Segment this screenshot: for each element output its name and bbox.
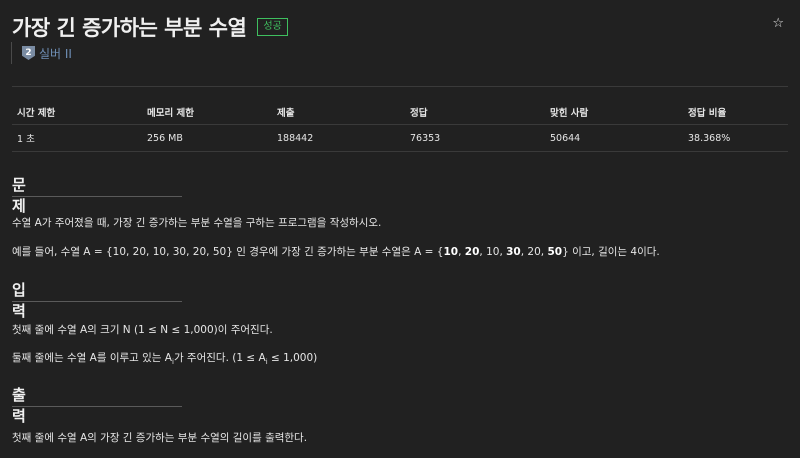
problem-info-table: 시간 제한 메모리 제한 제출 정답 맞힌 사람 정답 비율 1 초 256 M… [12, 100, 788, 152]
bold-value: 50 [547, 246, 563, 258]
value-accepted[interactable]: 76353 [405, 124, 545, 152]
input-section-title: 입력 [12, 281, 26, 320]
info-header-row: 시간 제한 메모리 제한 제출 정답 맞힌 사람 정답 비율 [12, 100, 788, 125]
tier-label: 실버 II [39, 46, 72, 61]
problem-title: 가장 긴 증가하는 부분 수열 [12, 16, 247, 40]
tier-indicator[interactable]: 2 실버 II [11, 42, 72, 64]
header-submissions: 제출 [272, 100, 405, 125]
problem-header: 가장 긴 증가하는 부분 수열 성공 ☆ [12, 12, 788, 42]
value-solved-users[interactable]: 50644 [545, 124, 683, 152]
input-description-line-1: 첫째 줄에 수열 A의 크기 N (1 ≤ N ≤ 1,000)이 주어진다. [12, 324, 273, 336]
problem-line2-text: , [458, 246, 465, 258]
problem-line2-text: , 10, [479, 246, 507, 258]
output-description-line-1: 첫째 줄에 수열 A의 가장 긴 증가하는 부분 수열의 길이를 출력한다. [12, 432, 308, 444]
header-time-limit: 시간 제한 [12, 100, 142, 125]
value-memory-limit: 256 MB [142, 124, 272, 152]
problem-section-title: 문제 [12, 176, 26, 215]
bold-value: 20 [464, 246, 480, 258]
input-line2-text: ≤ 1,000) [267, 352, 318, 364]
header-accepted: 정답 [405, 100, 545, 125]
header-memory-limit: 메모리 제한 [142, 100, 272, 125]
header-accept-ratio: 정답 비율 [683, 100, 788, 125]
status-badge: 성공 [257, 18, 288, 36]
header-solved-users: 맞힌 사람 [545, 100, 683, 125]
star-icon[interactable]: ☆ [772, 16, 784, 31]
problem-line2-text: 예를 들어, 수열 A = {10, 20, 10, 30, 20, 50} 인… [12, 246, 444, 258]
problem-description-line-2: 예를 들어, 수열 A = {10, 20, 10, 30, 20, 50} 인… [12, 244, 660, 259]
header-divider [12, 86, 788, 87]
bold-value: 10 [443, 246, 459, 258]
output-section-rule [12, 406, 182, 407]
input-description-line-2: 둘째 줄에는 수열 A를 이루고 있는 Ai가 주어진다. (1 ≤ Ai ≤ … [12, 350, 317, 366]
problem-line2-text: , 20, [520, 246, 548, 258]
input-line2-text: 가 주어진다. (1 ≤ A [173, 352, 266, 364]
input-line2-text: 둘째 줄에는 수열 A를 이루고 있는 A [12, 352, 172, 364]
info-value-row: 1 초 256 MB 188442 76353 50644 38.368% [12, 124, 788, 152]
input-section-rule [12, 301, 182, 302]
problem-description-line-1: 수열 A가 주어졌을 때, 가장 긴 증가하는 부분 수열을 구하는 프로그램을… [12, 217, 382, 229]
silver-tier-icon: 2 [22, 46, 35, 60]
problem-section-rule [12, 196, 182, 197]
problem-line2-text: } 이고, 길이는 4이다. [562, 246, 660, 258]
value-submissions[interactable]: 188442 [272, 124, 405, 152]
bold-value: 30 [506, 246, 521, 258]
value-time-limit: 1 초 [12, 124, 142, 152]
value-accept-ratio: 38.368% [683, 124, 788, 152]
output-section-title: 출력 [12, 386, 26, 425]
